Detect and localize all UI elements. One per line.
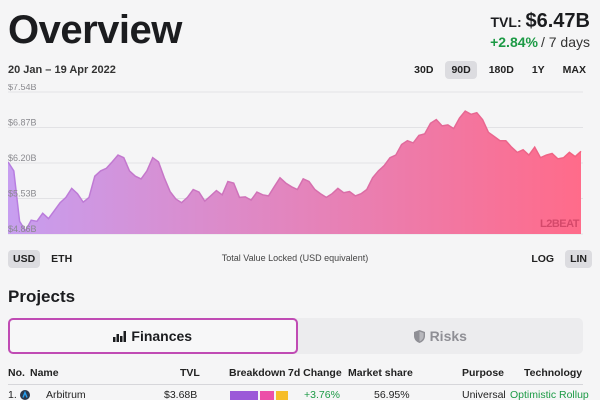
tab-finances[interactable]: Finances <box>8 318 298 354</box>
scale-toggle: LOG LIN <box>526 250 592 268</box>
projects-table-header: No. Name TVL Breakdown 7d Change Market … <box>8 367 588 381</box>
row-number: 1. <box>8 389 17 400</box>
project-name-link[interactable]: Arbitrum <box>46 389 86 400</box>
project-tvl: $3.68B <box>164 389 198 400</box>
range-button-90d[interactable]: 90D <box>445 61 477 79</box>
chart-caption: Total Value Locked (USD equivalent) <box>221 253 369 263</box>
y-tick-label: $6.20B <box>8 153 37 163</box>
tvl-change-line: +2.84%/ 7 days <box>490 33 590 51</box>
y-tick-label: $6.87B <box>8 118 37 128</box>
project-purpose: Universal <box>462 389 506 400</box>
column-header-technology[interactable]: Technology <box>524 367 582 379</box>
tvl-summary: TVL: $6.47B +2.84%/ 7 days <box>490 10 590 51</box>
scale-log-button[interactable]: LOG <box>526 250 559 268</box>
breakdown-segment <box>260 391 274 400</box>
tvl-line: TVL: $6.47B <box>490 10 591 33</box>
column-header-market-share[interactable]: Market share <box>348 367 413 379</box>
project-7d-change: +3.76% <box>304 389 340 400</box>
tvl-breakdown-bar[interactable] <box>230 391 288 400</box>
shield-icon <box>413 329 425 343</box>
y-tick-label: $5.53B <box>8 189 37 199</box>
table-divider <box>8 384 583 385</box>
range-button-30d[interactable]: 30D <box>408 61 439 79</box>
range-buttons: 30D 90D 180D 1Y MAX <box>408 61 592 79</box>
column-header-no[interactable]: No. <box>8 367 25 379</box>
breakdown-segment <box>276 391 288 400</box>
projects-title: Projects <box>8 287 76 306</box>
projects-tabs: Finances Risks <box>8 318 583 354</box>
breakdown-segment <box>230 391 258 400</box>
range-button-180d[interactable]: 180D <box>483 61 520 79</box>
tvl-change-period: / 7 days <box>540 34 590 50</box>
range-button-max[interactable]: MAX <box>557 61 592 79</box>
tvl-area <box>8 111 581 234</box>
page-title: Overview <box>8 8 182 52</box>
column-header-name[interactable]: Name <box>30 367 59 379</box>
range-button-1y[interactable]: 1Y <box>526 61 551 79</box>
arbitrum-logo-icon <box>20 390 30 400</box>
tab-risks[interactable]: Risks <box>298 318 584 354</box>
tvl-label: TVL: <box>490 14 522 30</box>
tab-finances-label: Finances <box>131 328 193 344</box>
column-header-breakdown[interactable]: Breakdown <box>229 367 286 379</box>
column-header-purpose[interactable]: Purpose <box>462 367 504 379</box>
bar-chart-icon <box>113 330 127 342</box>
project-technology: Optimistic Rollup <box>510 389 589 400</box>
table-row[interactable]: 1. Arbitrum $3.68B +3.76% 56.95% Univers… <box>8 389 589 400</box>
tvl-chart[interactable]: $7.54B $6.87B $6.20B $5.53B $4.86B <box>8 84 583 244</box>
column-header-tvl[interactable]: TVL <box>180 367 200 379</box>
tab-risks-label: Risks <box>429 328 467 344</box>
tvl-change-value: +2.84% <box>490 34 538 50</box>
l2beat-watermark: L2BEAT <box>540 218 579 230</box>
project-market-share: 56.95% <box>374 389 410 400</box>
scale-lin-button[interactable]: LIN <box>565 250 592 268</box>
column-header-7d-change[interactable]: 7d Change <box>288 367 342 379</box>
date-range: 20 Jan – 19 Apr 2022 <box>8 64 116 76</box>
tvl-value: $6.47B <box>525 10 591 32</box>
y-tick-label: $4.86B <box>8 224 37 234</box>
y-tick-label: $7.54B <box>8 84 37 92</box>
